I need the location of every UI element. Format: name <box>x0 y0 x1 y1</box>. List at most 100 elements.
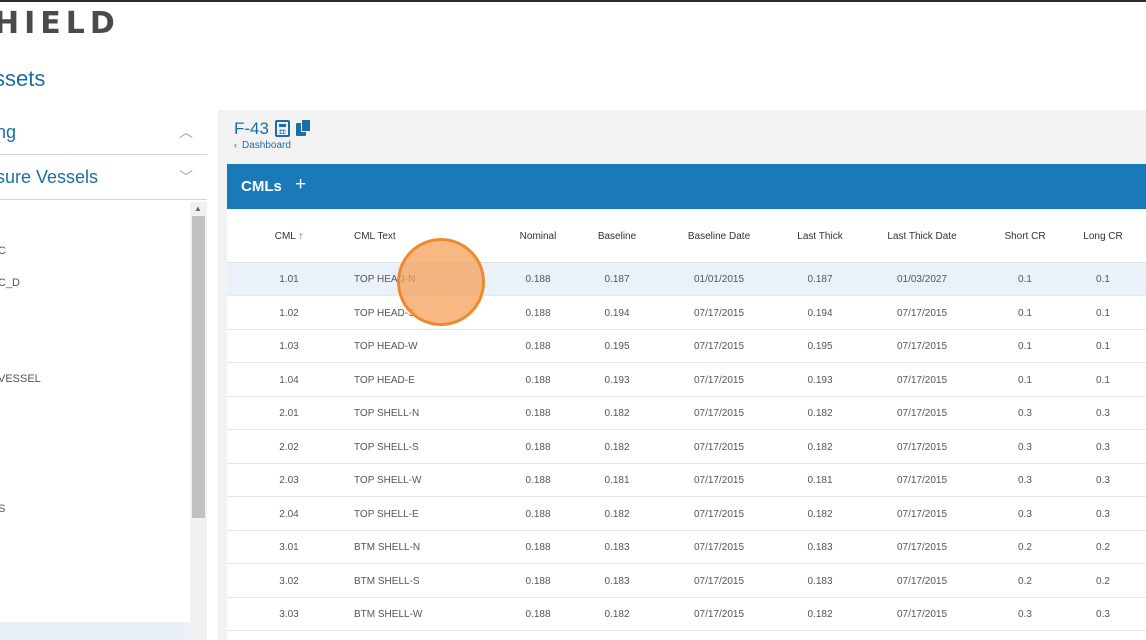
cell-short-cr: 0.3 <box>1018 475 1032 486</box>
scrollbar-thumb[interactable] <box>192 216 205 518</box>
cell-last-thick-date: 01/03/2027 <box>896 274 948 285</box>
cell-cml-text: TOP HEAD-E <box>354 374 415 386</box>
cell-last-thick-date: 07/17/2015 <box>896 307 948 319</box>
cell-cml-text: BTM SHELL-N <box>354 542 421 553</box>
column-header-baseline-date[interactable]: Baseline Date <box>688 231 750 242</box>
table-row[interactable]: 1.01 TOP HEAD-N 0.188 0.187 01/01/2015 0.187 0… <box>227 263 1146 296</box>
cell-baseline-date: 07/17/2015 <box>693 374 745 386</box>
table-row[interactable]: 2.04 TOP SHELL-E 0.188 0.182 07/17/2015 0.182… <box>227 498 1146 531</box>
cell-last-thick-date: 07/17/2015 <box>896 341 948 352</box>
page-title: ssets <box>0 66 46 91</box>
copy-icon[interactable] <box>296 119 312 137</box>
cell-baseline: 0.194 <box>604 307 630 319</box>
cell-baseline: 0.181 <box>604 475 630 486</box>
column-header-last-thick[interactable]: Last Thick <box>797 231 842 242</box>
cell-long-cr: 0.1 <box>1096 274 1110 285</box>
table-row[interactable]: 3.03 BTM SHELL-W 0.188 0.182 07/17/2015 0.182… <box>227 598 1146 631</box>
table-row[interactable]: 2.01 TOP SHELL-N 0.188 0.182 07/17/2015 0.182… <box>227 397 1146 430</box>
cell-last-thick: 0.181 <box>807 475 833 486</box>
tree-item[interactable]: C <box>0 245 6 257</box>
cell-baseline: 0.183 <box>604 575 630 587</box>
table-row[interactable]: 1.04 TOP HEAD-E 0.188 0.193 07/17/2015 0.193 0… <box>227 364 1146 397</box>
cell-cml-text: BTM SHELL-S <box>354 575 420 587</box>
column-header-baseline[interactable]: Baseline <box>598 231 636 242</box>
cell-cml-text: TOP SHELL-N <box>354 408 420 419</box>
cell-long-cr: 0.1 <box>1096 341 1110 352</box>
cell-cml: 1.01 <box>279 274 299 285</box>
cell-baseline-date: 07/17/2015 <box>693 441 745 453</box>
column-header-long-cr[interactable]: Long CR <box>1083 231 1122 242</box>
cell-long-cr: 0.2 <box>1096 575 1110 587</box>
cell-baseline-date: 07/17/2015 <box>693 408 745 419</box>
tree-item[interactable]: S <box>0 503 5 515</box>
cell-nominal: 0.188 <box>525 307 551 319</box>
table-row[interactable]: 1.02 TOP HEAD-S 0.188 0.194 07/17/2015 0.194 0… <box>227 297 1146 330</box>
cell-cml: 2.03 <box>279 475 299 486</box>
table-row[interactable]: 3.01 BTM SHELL-N 0.188 0.183 07/17/2015 0.183… <box>227 531 1146 564</box>
cell-last-thick-date: 07/17/2015 <box>896 374 948 386</box>
tree-item[interactable]: VESSEL <box>0 373 41 385</box>
cell-last-thick: 0.182 <box>807 508 833 520</box>
cell-last-thick: 0.193 <box>807 374 833 386</box>
cell-cml-text: TOP SHELL-W <box>354 475 422 486</box>
cell-long-cr: 0.3 <box>1096 508 1110 520</box>
add-cml-button[interactable]: + <box>295 174 306 196</box>
sidebar-section-pressure-vessels[interactable]: sure Vessels ﹀ <box>0 155 207 200</box>
cell-baseline: 0.187 <box>604 274 630 285</box>
cell-last-thick: 0.195 <box>807 341 833 352</box>
cell-long-cr: 0.3 <box>1096 475 1110 486</box>
column-header-cml[interactable]: CML ↑ <box>275 231 304 242</box>
breadcrumb[interactable]: ‹ Dashboard <box>234 140 291 151</box>
cell-baseline-date: 07/17/2015 <box>693 341 745 352</box>
cell-long-cr: 0.2 <box>1096 542 1110 553</box>
table-row[interactable]: 3.02 BTM SHELL-S 0.188 0.183 07/17/2015 0.183… <box>227 565 1146 598</box>
cml-panel-title: CMLs <box>241 178 282 195</box>
sidebar-section-label: ng <box>0 122 17 142</box>
cell-cml: 3.02 <box>279 575 299 587</box>
cml-panel-header: CMLs + <box>227 164 1146 209</box>
cell-last-thick: 0.182 <box>807 441 833 453</box>
column-header-short-cr[interactable]: Short CR <box>1004 231 1045 242</box>
cell-last-thick: 0.182 <box>807 609 833 620</box>
column-header-last-thick-date[interactable]: Last Thick Date <box>887 231 956 242</box>
table-row[interactable]: 1.03 TOP HEAD-W 0.188 0.195 07/17/2015 0.195 0… <box>227 330 1146 363</box>
sidebar-section-label: sure Vessels <box>0 167 99 187</box>
sidebar-scrollbar[interactable]: ▲ <box>190 202 207 640</box>
chevron-down-icon[interactable]: ﹀ <box>179 167 193 187</box>
cell-short-cr: 0.3 <box>1018 441 1032 453</box>
chevron-up-icon[interactable]: ︿ <box>179 122 193 142</box>
calculator-icon[interactable] <box>275 120 290 137</box>
cell-baseline: 0.182 <box>604 441 630 453</box>
breadcrumb-dashboard-link[interactable]: Dashboard <box>242 140 291 151</box>
sidebar-selected-item[interactable] <box>0 622 190 640</box>
column-header-nominal[interactable]: Nominal <box>520 231 557 242</box>
cell-baseline-date: 07/17/2015 <box>693 508 745 520</box>
cell-last-thick: 0.194 <box>807 307 833 319</box>
cell-nominal: 0.188 <box>525 475 551 486</box>
cell-baseline-date: 01/01/2015 <box>693 274 745 285</box>
cell-cml: 1.02 <box>279 307 299 319</box>
cell-short-cr: 0.1 <box>1018 307 1032 319</box>
cell-cml: 2.01 <box>279 408 299 419</box>
cell-last-thick-date: 07/17/2015 <box>896 508 948 520</box>
sidebar-section-1[interactable]: ng ︿ <box>0 110 207 155</box>
cell-baseline-date: 07/17/2015 <box>693 307 745 319</box>
cell-last-thick: 0.187 <box>807 274 833 285</box>
cell-last-thick-date: 07/17/2015 <box>896 475 948 486</box>
cell-short-cr: 0.2 <box>1018 575 1032 587</box>
table-row[interactable]: 2.02 TOP SHELL-S 0.188 0.182 07/17/2015 0.182… <box>227 431 1146 464</box>
cell-last-thick-date: 07/17/2015 <box>896 542 948 553</box>
cml-table: CML ↑ CML Text Nominal Baseline Baseline… <box>227 209 1146 640</box>
cell-baseline: 0.182 <box>604 508 630 520</box>
cell-short-cr: 0.1 <box>1018 341 1032 352</box>
sidebar: ng ︿ sure Vessels ﹀ C C_D VESSEL S ▲ <box>0 110 207 640</box>
table-row[interactable]: 2.03 TOP SHELL-W 0.188 0.181 07/17/2015 0.181… <box>227 464 1146 497</box>
cell-short-cr: 0.1 <box>1018 374 1032 386</box>
tree-item[interactable]: C_D <box>0 277 20 289</box>
cell-baseline: 0.195 <box>604 341 630 352</box>
cell-cml: 3.03 <box>279 609 299 620</box>
scroll-up-arrow-icon[interactable]: ▲ <box>194 204 202 213</box>
cell-nominal: 0.188 <box>525 508 551 520</box>
cell-nominal: 0.188 <box>525 575 551 587</box>
column-header-cml-text[interactable]: CML Text <box>354 231 396 242</box>
